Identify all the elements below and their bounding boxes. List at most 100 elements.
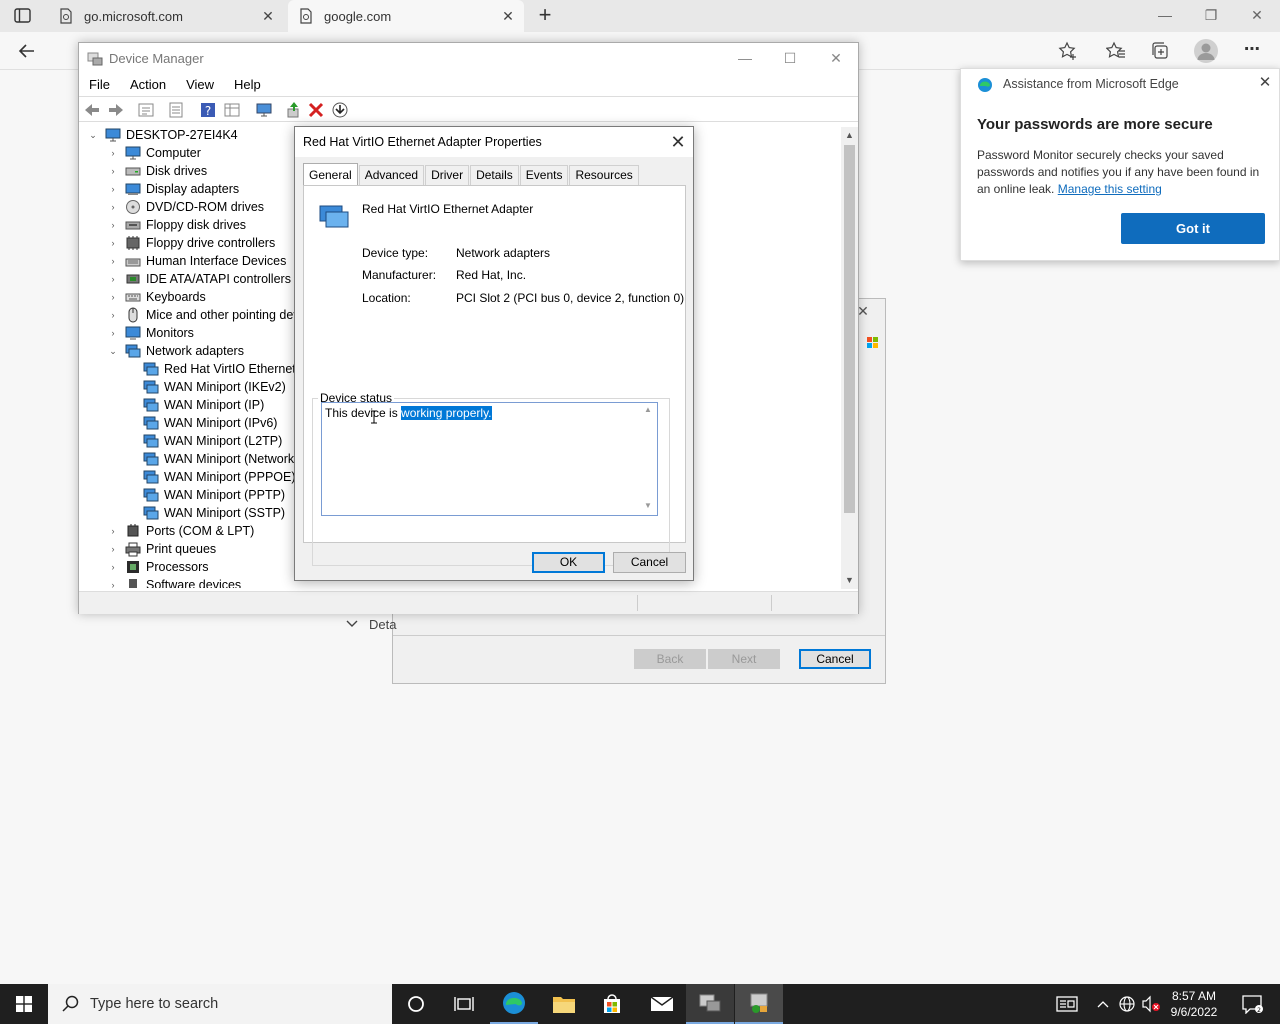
tree-node-keyboards[interactable]: › Keyboards (107, 288, 206, 306)
cortana-button[interactable] (392, 984, 440, 1024)
news-icon[interactable] (1052, 984, 1082, 1024)
expand-chevron-icon[interactable]: › (107, 309, 119, 321)
back-arrow-icon[interactable] (16, 40, 38, 62)
close-tab-icon[interactable]: ✕ (260, 8, 276, 24)
tab-general[interactable]: General (303, 163, 358, 185)
network-globe-icon[interactable] (1116, 984, 1138, 1024)
tree-node-print-queues[interactable]: › Print queues (107, 540, 216, 558)
tree-node-floppy-disk-drives[interactable]: › Floppy disk drives (107, 216, 247, 234)
tree-root[interactable]: ⌄ DESKTOP-27EI4K4 (87, 126, 237, 144)
scroll-down-icon[interactable]: ▼ (845, 575, 854, 585)
close-icon[interactable]: ✕ (1257, 73, 1273, 91)
collapse-chevron-icon[interactable]: ⌄ (107, 345, 119, 357)
favorites-icon[interactable] (1105, 41, 1126, 61)
tree-node-network-adapters[interactable]: ⌄ Network adapters (107, 342, 244, 360)
properties-icon[interactable] (137, 101, 155, 119)
expand-chevron-icon[interactable]: › (107, 561, 119, 573)
wizard-cancel-button[interactable]: Cancel (799, 649, 871, 669)
tree-node-redhat-virtio[interactable]: Red Hat VirtIO Ethernet A (143, 360, 307, 378)
tree-node-monitors[interactable]: › Monitors (107, 324, 194, 342)
grid-view-icon[interactable] (223, 101, 241, 119)
close-window-icon[interactable]: ✕ (1234, 0, 1280, 30)
browser-tab-go-microsoft[interactable]: go.microsoft.com ✕ (48, 0, 284, 32)
taskbar-edge[interactable] (490, 984, 538, 1024)
got-it-button[interactable]: Got it (1121, 213, 1265, 244)
close-window-icon[interactable]: ✕ (813, 43, 859, 73)
tree-node-wan-ikev2[interactable]: WAN Miniport (IKEv2) (143, 378, 286, 396)
tree-node-mice[interactable]: › Mice and other pointing devi (107, 306, 302, 324)
tab-actions-icon[interactable] (14, 8, 32, 24)
minimize-icon[interactable]: — (1142, 0, 1188, 30)
browser-tab-google[interactable]: google.com ✕ (288, 0, 524, 32)
volume-muted-icon[interactable] (1140, 984, 1162, 1024)
show-hidden-icons-chevron[interactable] (1094, 984, 1112, 1024)
expand-chevron-icon[interactable]: › (107, 201, 119, 213)
expand-chevron-icon[interactable]: › (107, 219, 119, 231)
collections-icon[interactable] (1150, 41, 1170, 61)
menu-view[interactable]: View (176, 77, 224, 92)
tree-node-dvd-drives[interactable]: › DVD/CD-ROM drives (107, 198, 264, 216)
list-view-icon[interactable] (167, 101, 185, 119)
taskbar-search-box[interactable]: Type here to search (48, 984, 392, 1024)
tree-node-wan-pptp[interactable]: WAN Miniport (PPTP) (143, 486, 285, 504)
scroll-up-icon[interactable]: ▲ (845, 130, 854, 140)
task-view-button[interactable] (440, 984, 488, 1024)
expand-chevron-icon[interactable]: › (107, 237, 119, 249)
taskbar-store[interactable] (588, 984, 636, 1024)
collapse-chevron-icon[interactable]: ⌄ (87, 129, 99, 141)
tab-driver[interactable]: Driver (425, 165, 470, 185)
expand-chevron-icon[interactable]: › (107, 543, 119, 555)
scroll-down-icon[interactable]: ▼ (644, 501, 652, 510)
expand-chevron-icon[interactable]: › (107, 147, 119, 159)
tree-node-ide-controllers[interactable]: › IDE ATA/ATAPI controllers (107, 270, 291, 288)
taskbar-device-manager[interactable] (686, 984, 734, 1024)
expand-chevron-icon[interactable]: › (107, 273, 119, 285)
tree-node-wan-l2tp[interactable]: WAN Miniport (L2TP) (143, 432, 282, 450)
manage-setting-link[interactable]: Manage this setting (1058, 182, 1162, 196)
expand-chevron-icon[interactable]: › (107, 327, 119, 339)
expand-chevron-icon[interactable]: › (107, 579, 119, 588)
more-options-icon[interactable]: ⋯ (1242, 40, 1262, 62)
tree-node-hid[interactable]: › Human Interface Devices (107, 252, 287, 270)
taskbar-mail[interactable] (638, 984, 686, 1024)
minimize-icon[interactable]: — (722, 43, 768, 73)
tree-node-wan-ipv6[interactable]: WAN Miniport (IPv6) (143, 414, 277, 432)
back-arrow-icon[interactable] (83, 101, 101, 119)
scroll-up-icon[interactable]: ▲ (644, 405, 652, 414)
tree-node-wan-ip[interactable]: WAN Miniport (IP) (143, 396, 264, 414)
expand-chevron-icon[interactable]: › (107, 291, 119, 303)
system-clock[interactable]: 8:57 AM 9/6/2022 (1164, 984, 1224, 1024)
start-button[interactable] (0, 984, 48, 1024)
tab-resources[interactable]: Resources (569, 165, 639, 185)
back-button[interactable]: Back (634, 649, 706, 669)
taskbar-file-explorer[interactable] (540, 984, 588, 1024)
notifications-icon[interactable]: 2 (1232, 984, 1272, 1024)
next-button[interactable]: Next (708, 649, 780, 669)
close-icon[interactable]: ✕ (667, 131, 689, 153)
tree-node-display-adapters[interactable]: › Display adapters (107, 180, 240, 198)
tree-node-floppy-controllers[interactable]: › Floppy drive controllers (107, 234, 275, 252)
expand-chevron-icon[interactable]: › (107, 165, 119, 177)
status-scrollbar[interactable]: ▲ ▼ (640, 403, 657, 515)
new-tab-button[interactable]: + (534, 4, 556, 28)
tab-advanced[interactable]: Advanced (358, 165, 425, 185)
menu-action[interactable]: Action (120, 77, 176, 92)
monitor-scan-icon[interactable] (255, 101, 273, 119)
forward-arrow-icon[interactable] (107, 101, 125, 119)
expand-chevron-icon[interactable]: › (107, 255, 119, 267)
close-tab-icon[interactable]: ✕ (500, 8, 516, 24)
tree-node-computer[interactable]: › Computer (107, 144, 201, 162)
cancel-button[interactable]: Cancel (613, 552, 686, 573)
details-chevron-icon[interactable] (345, 617, 359, 631)
add-favorite-icon[interactable] (1058, 41, 1078, 61)
tree-scrollbar[interactable]: ▲ ▼ (841, 127, 858, 589)
restore-icon[interactable]: ❐ (1188, 0, 1234, 30)
tree-node-ports[interactable]: › Ports (COM & LPT) (107, 522, 254, 540)
tree-node-wan-pppoe[interactable]: WAN Miniport (PPPOE) (143, 468, 296, 486)
tree-node-processors[interactable]: › Processors (107, 558, 209, 576)
tree-node-wan-network[interactable]: WAN Miniport (Network (143, 450, 294, 468)
taskbar-hardware-wizard[interactable] (735, 984, 783, 1024)
scroll-thumb[interactable] (844, 145, 855, 513)
download-icon[interactable] (331, 101, 349, 119)
uninstall-icon[interactable] (307, 101, 325, 119)
